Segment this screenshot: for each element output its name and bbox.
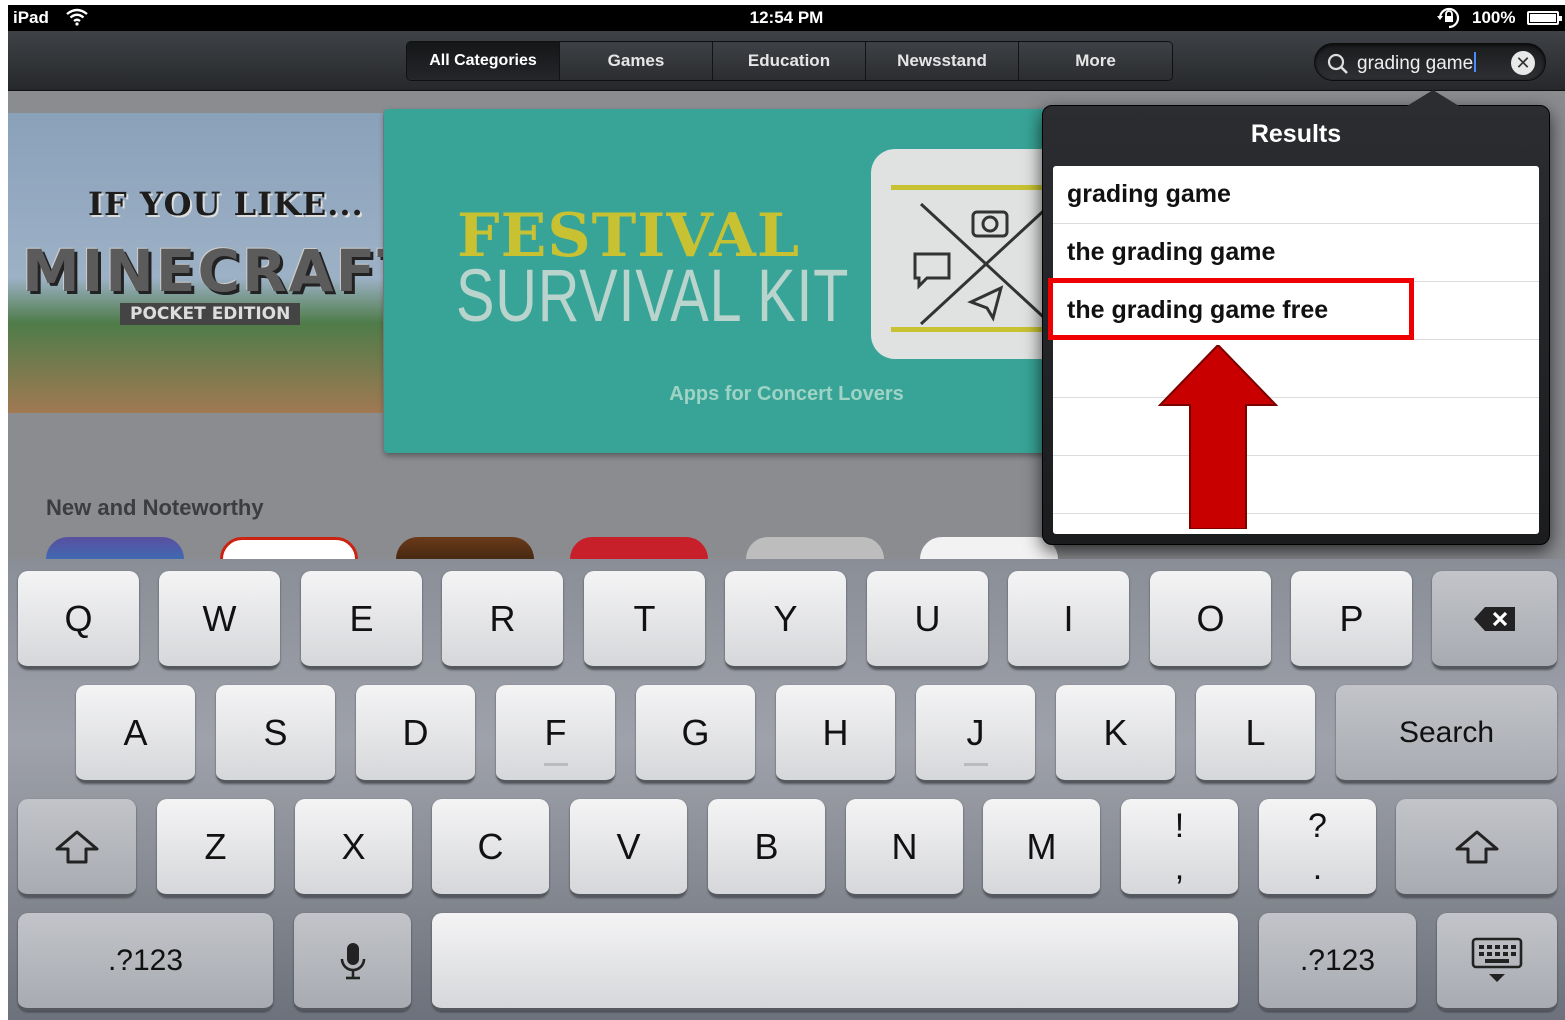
app-icon[interactable]	[570, 537, 708, 559]
home-key-marker	[963, 763, 988, 766]
festival-banner[interactable]: FESTIVAL SURVIVAL KIT Apps for Concert L…	[384, 109, 1084, 453]
ipad-screen: iPad 12:54 PM 100% All Categories Games …	[8, 5, 1565, 1020]
app-icon[interactable]	[746, 537, 884, 559]
key-a[interactable]: A	[76, 685, 195, 783]
tab-newsstand[interactable]: Newsstand	[866, 42, 1019, 80]
key-l[interactable]: L	[1196, 685, 1315, 783]
key-question-period[interactable]: ?.	[1259, 799, 1376, 897]
popover-title: Results	[1250, 120, 1342, 148]
key-r[interactable]: R	[442, 571, 563, 669]
home-key-marker	[543, 763, 568, 766]
key-t[interactable]: T	[584, 571, 705, 669]
key-exclamation-comma[interactable]: !,	[1121, 799, 1238, 897]
key-u[interactable]: U	[867, 571, 988, 669]
key-j[interactable]: J	[916, 685, 1035, 783]
search-key[interactable]: Search	[1336, 685, 1557, 783]
empty-row	[1053, 340, 1539, 398]
key-b[interactable]: B	[708, 799, 825, 897]
status-bar: iPad 12:54 PM 100%	[8, 5, 1565, 31]
key-f-label: F	[544, 711, 567, 753]
section-title: New and Noteworthy	[46, 495, 264, 520]
banner-minecraft-line1: IF YOU LIKE...	[88, 185, 364, 223]
key-q[interactable]: Q	[18, 571, 139, 669]
shift-key-right[interactable]	[1396, 799, 1557, 897]
app-icon[interactable]	[396, 537, 534, 559]
key-x[interactable]: X	[295, 799, 412, 897]
shift-icon	[1455, 830, 1498, 863]
search-input[interactable]: grading game ✕	[1314, 43, 1546, 81]
key-comma-label: ,	[1174, 848, 1185, 887]
banner-festival-caption: Apps for Concert Lovers	[669, 383, 904, 405]
battery-icon	[1527, 11, 1562, 25]
numbers-key-right[interactable]: .?123	[1259, 913, 1416, 1011]
search-icon	[1327, 53, 1349, 80]
app-icon[interactable]	[46, 537, 184, 559]
banner-festival-line2: SURVIVAL KIT	[456, 254, 850, 337]
minecraft-banner[interactable]: IF YOU LIKE... MINECRAFT POCKET EDITION	[8, 113, 383, 413]
key-v[interactable]: V	[570, 799, 687, 897]
shift-icon	[55, 830, 99, 863]
numbers-key-left[interactable]: .?123	[18, 913, 273, 1011]
result-item-highlighted[interactable]: the grading game free	[1053, 282, 1539, 340]
key-k[interactable]: K	[1056, 685, 1175, 783]
clock: 12:54 PM	[749, 8, 824, 27]
key-g[interactable]: G	[636, 685, 755, 783]
tab-education[interactable]: Education	[713, 42, 866, 80]
key-c[interactable]: C	[432, 799, 549, 897]
key-question-label: ?	[1308, 806, 1327, 845]
search-results-popover: Results grading game the grading game th…	[1042, 90, 1550, 545]
category-tabs: All Categories Games Education Newsstand…	[406, 41, 1173, 81]
backspace-icon	[1473, 606, 1515, 631]
search-query-text: grading game	[1357, 52, 1477, 75]
hide-keyboard-icon	[1471, 937, 1523, 982]
tab-all-categories[interactable]: All Categories	[407, 42, 560, 80]
key-period-label: .	[1312, 848, 1323, 887]
popover-pointer	[1407, 90, 1459, 106]
key-p[interactable]: P	[1291, 571, 1412, 669]
key-i[interactable]: I	[1008, 571, 1129, 669]
empty-row	[1053, 456, 1539, 514]
battery-percentage: 100%	[1472, 8, 1516, 27]
dictation-key[interactable]	[294, 913, 411, 1011]
key-o[interactable]: O	[1150, 571, 1271, 669]
key-j-label: J	[966, 711, 985, 753]
key-s[interactable]: S	[216, 685, 335, 783]
key-y[interactable]: Y	[725, 571, 846, 669]
microphone-icon	[340, 942, 365, 979]
shift-key-left[interactable]	[18, 799, 136, 897]
key-d[interactable]: D	[356, 685, 475, 783]
key-h[interactable]: H	[776, 685, 895, 783]
clear-search-icon[interactable]: ✕	[1511, 51, 1535, 75]
backspace-key[interactable]	[1432, 571, 1557, 669]
app-icon[interactable]	[920, 537, 1058, 559]
banner-minecraft-line3: POCKET EDITION	[120, 303, 301, 325]
banner-minecraft-line2: MINECRAFT	[22, 237, 383, 305]
empty-row	[1053, 398, 1539, 456]
text-cursor	[1474, 52, 1477, 72]
results-list: grading game the grading game the gradin…	[1053, 166, 1539, 534]
key-e[interactable]: E	[301, 571, 422, 669]
tab-games[interactable]: Games	[560, 42, 713, 80]
key-exclamation-label: !	[1174, 806, 1185, 845]
app-icon[interactable]	[220, 537, 358, 559]
space-key[interactable]	[432, 913, 1238, 1011]
on-screen-keyboard: Q W E R T Y U I O P A S D F G H J K L Se…	[8, 559, 1565, 1020]
key-z[interactable]: Z	[157, 799, 274, 897]
key-n[interactable]: N	[846, 799, 963, 897]
tab-more[interactable]: More	[1019, 42, 1172, 80]
result-item[interactable]: the grading game	[1053, 224, 1539, 282]
key-w[interactable]: W	[159, 571, 280, 669]
hide-keyboard-key[interactable]	[1437, 913, 1557, 1011]
key-m[interactable]: M	[983, 799, 1100, 897]
key-f[interactable]: F	[496, 685, 615, 783]
result-item[interactable]: grading game	[1053, 166, 1539, 224]
rotation-lock-icon	[1436, 7, 1462, 34]
navigation-bar: All Categories Games Education Newsstand…	[8, 31, 1565, 91]
